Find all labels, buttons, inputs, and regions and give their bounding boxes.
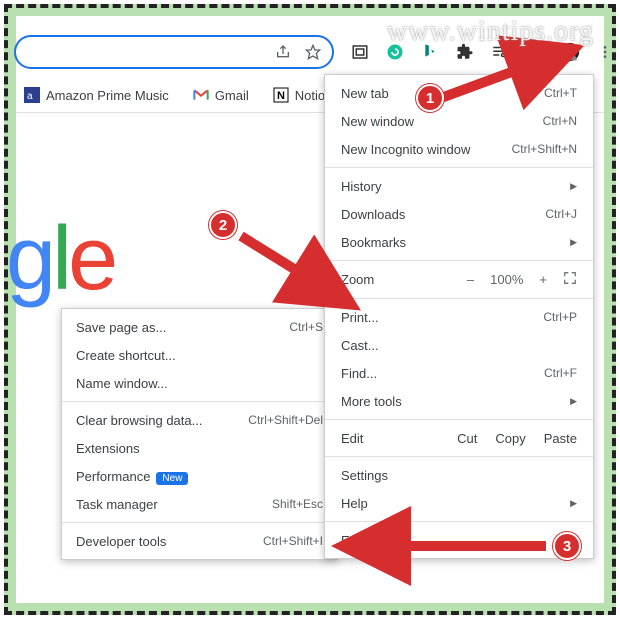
menu-history[interactable]: History xyxy=(325,172,593,200)
menu-cast[interactable]: Cast... xyxy=(325,331,593,359)
grammarly-icon[interactable] xyxy=(385,42,405,62)
callout-2: 2 xyxy=(209,211,237,239)
toolbar xyxy=(16,34,604,70)
bookmark-star-icon[interactable] xyxy=(304,43,322,61)
menu-separator xyxy=(62,401,337,402)
music-playlist-icon[interactable] xyxy=(490,42,510,62)
submenu-save-page[interactable]: Save page as...Ctrl+S xyxy=(62,313,337,341)
bing-icon[interactable] xyxy=(420,42,440,62)
reader-icon[interactable] xyxy=(350,42,370,62)
bookmark-amazon-music[interactable]: a Amazon Prime Music xyxy=(24,87,169,103)
menu-separator xyxy=(325,167,593,168)
profile-avatar[interactable] xyxy=(560,42,580,62)
address-bar[interactable] xyxy=(14,35,334,69)
menu-new-tab[interactable]: New tabCtrl+T xyxy=(325,79,593,107)
menu-separator xyxy=(325,260,593,261)
zoom-in-button[interactable]: + xyxy=(539,272,547,287)
callout-1: 1 xyxy=(416,84,444,112)
notion-icon: N xyxy=(273,87,289,103)
edit-cut[interactable]: Cut xyxy=(457,431,477,446)
annotated-screenshot: www.wintips.org xyxy=(4,4,616,615)
menu-separator xyxy=(325,456,593,457)
menu-edit-row: Edit Cut Copy Paste xyxy=(325,424,593,452)
menu-separator xyxy=(325,298,593,299)
callout-3: 3 xyxy=(553,532,581,560)
menu-separator xyxy=(62,522,337,523)
browser-window: a Amazon Prime Music Gmail N Notion gle … xyxy=(16,16,604,603)
bookmark-label: Amazon Prime Music xyxy=(46,88,169,103)
menu-bookmarks[interactable]: Bookmarks xyxy=(325,228,593,256)
submenu-extensions[interactable]: Extensions xyxy=(62,434,337,462)
menu-new-window[interactable]: New windowCtrl+N xyxy=(325,107,593,135)
menu-more-tools[interactable]: More tools xyxy=(325,387,593,415)
menu-find[interactable]: Find...Ctrl+F xyxy=(325,359,593,387)
menu-separator xyxy=(325,521,593,522)
side-panel-icon[interactable] xyxy=(525,42,545,62)
submenu-name-window[interactable]: Name window... xyxy=(62,369,337,397)
amazon-music-icon: a xyxy=(24,87,40,103)
menu-new-incognito[interactable]: New Incognito windowCtrl+Shift+N xyxy=(325,135,593,163)
submenu-task-manager[interactable]: Task managerShift+Esc xyxy=(62,490,337,518)
new-badge: New xyxy=(156,472,188,485)
menu-zoom: Zoom – 100% + xyxy=(325,265,593,294)
google-logo-fragment: gle xyxy=(6,208,114,311)
bookmark-gmail[interactable]: Gmail xyxy=(193,87,249,103)
extensions-puzzle-icon[interactable] xyxy=(455,42,475,62)
menu-help[interactable]: Help xyxy=(325,489,593,517)
bookmark-label: Gmail xyxy=(215,88,249,103)
submenu-performance[interactable]: PerformanceNew xyxy=(62,462,337,490)
submenu-developer-tools[interactable]: Developer toolsCtrl+Shift+I xyxy=(62,527,337,555)
more-tools-submenu: Save page as...Ctrl+S Create shortcut...… xyxy=(61,308,338,560)
submenu-clear-browsing[interactable]: Clear browsing data...Ctrl+Shift+Del xyxy=(62,406,337,434)
svg-text:a: a xyxy=(27,91,33,102)
submenu-create-shortcut[interactable]: Create shortcut... xyxy=(62,341,337,369)
menu-settings[interactable]: Settings xyxy=(325,461,593,489)
chrome-main-menu: New tabCtrl+T New windowCtrl+N New Incog… xyxy=(324,74,594,559)
menu-print[interactable]: Print...Ctrl+P xyxy=(325,303,593,331)
gmail-icon xyxy=(193,87,209,103)
kebab-menu-icon[interactable] xyxy=(595,42,615,62)
edit-paste[interactable]: Paste xyxy=(544,431,577,446)
fullscreen-icon[interactable] xyxy=(563,271,577,288)
svg-text:N: N xyxy=(277,90,285,102)
menu-downloads[interactable]: DownloadsCtrl+J xyxy=(325,200,593,228)
zoom-value: 100% xyxy=(490,272,523,287)
extension-icons xyxy=(350,42,615,62)
share-icon[interactable] xyxy=(274,43,292,61)
menu-separator xyxy=(325,419,593,420)
edit-copy[interactable]: Copy xyxy=(495,431,525,446)
zoom-out-button[interactable]: – xyxy=(467,272,474,287)
